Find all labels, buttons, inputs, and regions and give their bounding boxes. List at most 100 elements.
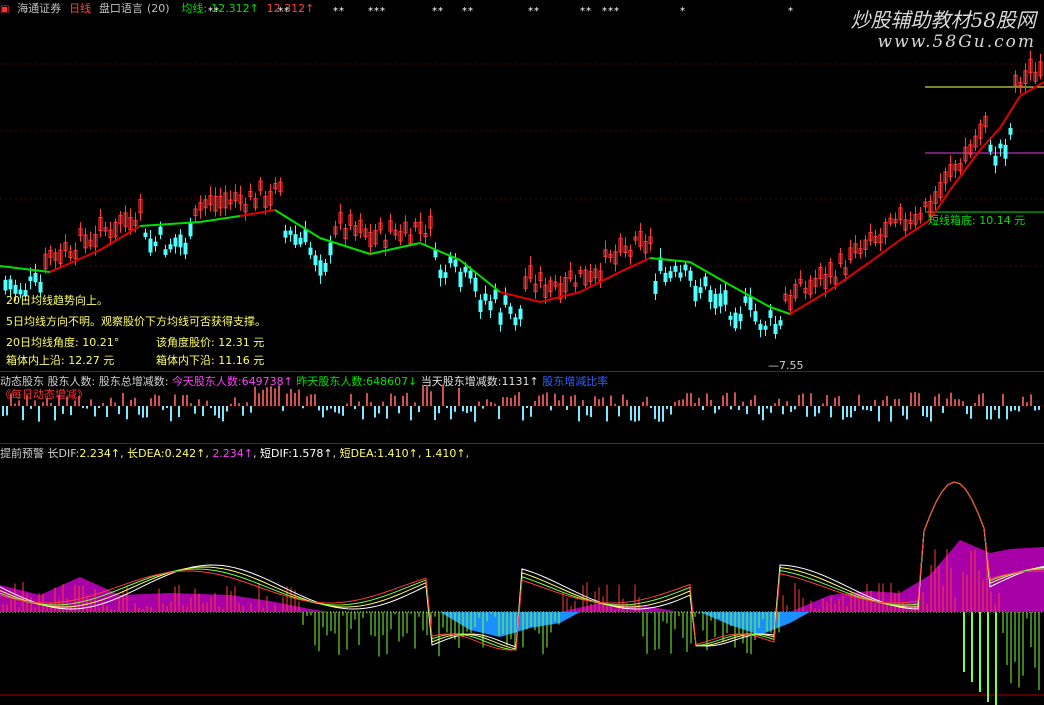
ma-line-segment — [0, 265, 51, 273]
holders-bar-up — [266, 387, 268, 406]
holders-bar-down — [966, 406, 968, 415]
candle-body — [713, 293, 718, 309]
holders-bar-up — [182, 395, 184, 406]
holders-bar-down — [814, 406, 816, 417]
candle-body — [513, 317, 518, 326]
holders-bar-up — [406, 392, 408, 406]
candle-body — [168, 244, 173, 250]
holders-bar-up — [570, 396, 572, 406]
holders-bar-up — [1002, 394, 1004, 406]
holders-bar-up — [1022, 396, 1024, 406]
ma-line-segment — [274, 209, 321, 239]
holders-bar-up — [894, 399, 896, 406]
holders-bar-down — [702, 406, 704, 411]
holders-bar-down — [194, 406, 196, 414]
holders-bar-up — [882, 400, 884, 406]
holders-bar-up — [262, 389, 264, 406]
ma20-angle-label: 20日均线角度: — [6, 336, 79, 349]
holders-bar-up — [270, 386, 272, 406]
holders-bar-up — [750, 399, 752, 406]
candle-body — [748, 295, 753, 311]
holders-bar-up — [1030, 394, 1032, 406]
candle-body — [483, 293, 488, 301]
holders-bar-up — [690, 393, 692, 406]
holders-bar-up — [722, 395, 724, 406]
holders-bar-down — [986, 406, 988, 420]
holders-bar-down — [618, 406, 620, 417]
holders-bar-down — [82, 406, 84, 409]
holders-bar-down — [178, 406, 180, 418]
ma20-angle-value: 10.21° — [82, 336, 120, 349]
holders-bar-up — [358, 401, 360, 406]
holders-bar-up — [754, 395, 756, 406]
holders-bar-down — [362, 406, 364, 420]
holders-bar-down — [634, 406, 636, 422]
candle-body — [653, 280, 658, 294]
holders-bar-up — [426, 384, 428, 406]
holders-bar-down — [806, 406, 808, 417]
holders-bar-down — [418, 406, 420, 412]
holders-bar-down — [482, 406, 484, 409]
holders-bar-down — [530, 406, 532, 417]
candle-body — [488, 301, 493, 311]
holders-bar-up — [314, 394, 316, 406]
holders-bar-down — [630, 406, 632, 421]
holders-bar-up — [962, 401, 964, 406]
holders-bar-down — [106, 406, 108, 417]
candle-body — [698, 287, 703, 294]
candle-body — [1003, 144, 1008, 159]
angle-price-value: 12.31 元 — [218, 336, 265, 349]
candle-body — [3, 279, 8, 291]
candle-body — [718, 293, 723, 307]
box-top-label: 箱体内上沿: — [6, 354, 65, 367]
holders-bar-down — [226, 406, 228, 412]
candle-body — [178, 234, 183, 248]
holders-bar-down — [794, 406, 796, 410]
holders-bar-down — [94, 406, 96, 417]
holders-bar-up — [778, 398, 780, 406]
ma-line-segment — [419, 242, 461, 261]
holders-bar-down — [282, 406, 284, 411]
holders-bar-up — [246, 402, 248, 406]
box-bottom-label: 短线箱底: 10.14 元 — [928, 214, 1026, 227]
holders-bar-up — [402, 395, 404, 406]
holders-bar-down — [378, 406, 380, 414]
holders-chart[interactable] — [0, 372, 1044, 444]
holders-bar-down — [242, 406, 244, 416]
holders-bar-up — [274, 388, 276, 406]
holders-bar-up — [390, 393, 392, 406]
candle-body — [768, 310, 773, 318]
holders-bar-up — [706, 393, 708, 406]
candle-body — [473, 277, 478, 292]
candle-body — [438, 269, 443, 279]
holders-bar-up — [154, 394, 156, 406]
candle-body — [458, 271, 463, 288]
holders-bar-up — [798, 395, 800, 406]
candle-body — [173, 237, 178, 247]
candle-body — [313, 255, 318, 266]
macd-chart[interactable] — [0, 445, 1044, 705]
holders-bar-up — [558, 400, 560, 406]
candle-body — [448, 256, 453, 264]
candle-body — [693, 285, 698, 302]
ma-line-segment — [619, 257, 651, 273]
holders-bar-down — [650, 406, 652, 409]
candle-body — [773, 323, 778, 335]
holders-bar-down — [1010, 406, 1012, 412]
candle-body — [28, 276, 33, 282]
holders-bar-down — [670, 406, 672, 415]
holders-bar-down — [434, 406, 436, 421]
holders-bar-down — [846, 406, 848, 418]
candle-body — [308, 247, 313, 255]
holders-bar-up — [562, 395, 564, 406]
holders-bar-up — [122, 393, 124, 406]
note-box-bottom: 箱体内下沿: 11.16 元 — [156, 352, 264, 368]
holders-bar-down — [1018, 406, 1020, 412]
holders-bar-up — [90, 399, 92, 406]
holders-bar-up — [310, 394, 312, 406]
ma-line-segment — [769, 306, 791, 315]
holders-bar-up — [286, 393, 288, 406]
holders-bar-down — [126, 406, 128, 420]
holders-bar-down — [878, 406, 880, 422]
holders-bar-down — [98, 406, 100, 409]
